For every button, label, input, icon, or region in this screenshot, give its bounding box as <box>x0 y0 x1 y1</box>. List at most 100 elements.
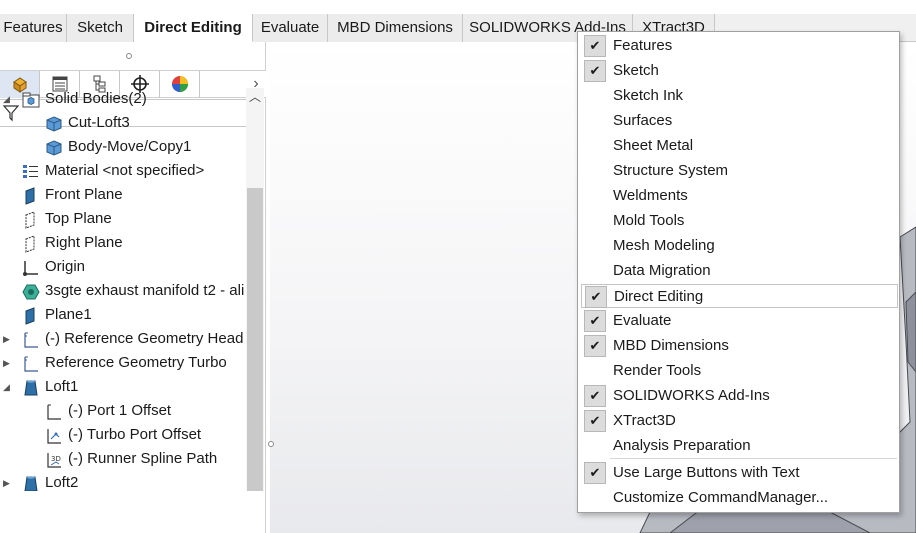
3d-sketch-icon: 3D <box>47 453 61 468</box>
menu-item-label: Direct Editing <box>614 288 704 305</box>
tree-item-label: Body-Move/Copy1 <box>68 138 192 155</box>
tree-item-body-move-copy1[interactable]: Body-Move/Copy1 <box>0 136 246 160</box>
tree-item-label: Material <not specified> <box>45 162 205 179</box>
tree-item-front-plane[interactable]: Front Plane <box>0 184 246 208</box>
menu-item-sketch[interactable]: ✔ Sketch <box>581 59 898 83</box>
checkmark-icon: ✔ <box>584 462 606 484</box>
menu-item-evaluate[interactable]: ✔ Evaluate <box>581 309 898 333</box>
tab-evaluate[interactable]: Evaluate <box>253 14 328 42</box>
menu-item-label: Mesh Modeling <box>613 237 715 254</box>
menu-item-mold-tools[interactable]: Mold Tools <box>581 209 898 233</box>
solid-body-icon <box>46 140 62 156</box>
expand-arrow-icon[interactable]: ▶ <box>3 352 13 374</box>
tree-scrollbar[interactable]: ︿ <box>246 88 264 491</box>
tree-item-material[interactable]: Material <not specified> <box>0 160 246 184</box>
menu-item-render-tools[interactable]: Render Tools <box>581 359 898 383</box>
tree-item-label: Plane1 <box>45 306 92 323</box>
menu-item-weldments[interactable]: Weldments <box>581 184 898 208</box>
menu-item-features[interactable]: ✔ Features <box>581 34 898 58</box>
menu-item-label: Render Tools <box>613 362 702 379</box>
tab-mbd-dimensions[interactable]: MBD Dimensions <box>328 14 463 42</box>
menu-item-mbd-dimensions[interactable]: ✔ MBD Dimensions <box>581 334 898 358</box>
tab-direct-editing[interactable]: Direct Editing <box>134 14 253 42</box>
tree-item-cut-loft3[interactable]: Cut-Loft3 <box>0 112 246 136</box>
menu-item-label: Sketch <box>613 62 659 79</box>
menu-item-label: Structure System <box>613 162 729 179</box>
menu-item-data-migration[interactable]: Data Migration <box>581 259 898 283</box>
sketch-icon <box>47 429 61 444</box>
plane-icon <box>25 307 35 325</box>
tab-features[interactable]: Features <box>0 14 67 42</box>
tree-item-runner-spline-path[interactable]: 3D (-) Runner Spline Path <box>0 448 246 472</box>
tree-item-loft2[interactable]: ▶ Loft2 <box>0 472 246 491</box>
loft-icon <box>24 476 38 491</box>
menu-item-label: Customize CommandManager... <box>613 489 829 506</box>
expand-arrow-icon[interactable]: ▶ <box>3 328 13 350</box>
checkmark-icon: ✔ <box>585 286 607 308</box>
menu-item-xtract3d[interactable]: ✔ XTract3D <box>581 409 898 433</box>
tree-item-turbo-port-offset[interactable]: (-) Turbo Port Offset <box>0 424 246 448</box>
menu-item-label: Data Migration <box>613 262 711 279</box>
tab-label: Features <box>3 19 63 36</box>
menu-item-structure-system[interactable]: Structure System <box>581 159 898 183</box>
checkmark-icon: ✔ <box>584 60 606 82</box>
tree-item-exhaust-manifold[interactable]: 3sgte exhaust manifold t2 - ali <box>0 280 246 304</box>
tree-item-label: Front Plane <box>45 186 123 203</box>
tree-item-label: Solid Bodies(2) <box>45 90 147 107</box>
menu-item-mesh-modeling[interactable]: Mesh Modeling <box>581 234 898 258</box>
collapse-arrow-icon[interactable]: ◢ <box>3 376 13 398</box>
menu-item-direct-editing[interactable]: ✔ Direct Editing <box>581 284 898 308</box>
tab-label: MBD Dimensions <box>337 19 453 36</box>
menu-item-customize-commandmanager[interactable]: Customize CommandManager... <box>581 486 898 510</box>
feature-tree: ◢ Solid Bodies(2) Cut-Loft3 Body-Move/Co… <box>0 88 246 491</box>
tree-item-reference-geometry-head[interactable]: ▶ (-) Reference Geometry Head <box>0 328 246 352</box>
solid-body-icon <box>46 116 62 132</box>
tree-item-label: (-) Runner Spline Path <box>68 450 218 467</box>
tree-item-top-plane[interactable]: Top Plane <box>0 208 246 232</box>
menu-item-surfaces[interactable]: Surfaces <box>581 109 898 133</box>
tree-item-right-plane[interactable]: Right Plane <box>0 232 246 256</box>
tree-item-loft1[interactable]: ◢ Loft1 <box>0 376 246 400</box>
expand-arrow-icon[interactable]: ▶ <box>3 472 13 491</box>
sketch-icon <box>47 404 61 420</box>
menu-item-solidworks-add-ins[interactable]: ✔ SOLIDWORKS Add-Ins <box>581 384 898 408</box>
tree-item-label: Top Plane <box>45 210 112 227</box>
menu-item-use-large-buttons[interactable]: ✔ Use Large Buttons with Text <box>581 461 898 485</box>
tree-item-solid-bodies[interactable]: ◢ Solid Bodies(2) <box>0 88 246 112</box>
tab-label: Direct Editing <box>144 19 242 36</box>
scrollbar-thumb[interactable] <box>247 188 263 491</box>
tree-item-label: 3sgte exhaust manifold t2 - ali <box>45 282 245 299</box>
panel-grip[interactable] <box>126 53 132 59</box>
tree-item-label: Loft2 <box>45 474 79 491</box>
menu-item-label: Surfaces <box>613 112 673 129</box>
tree-item-label: Cut-Loft3 <box>68 114 130 131</box>
tree-item-label: Origin <box>45 258 86 275</box>
plane-icon <box>25 211 35 229</box>
collapse-arrow-icon[interactable]: ◢ <box>3 88 13 110</box>
tree-item-label: Loft1 <box>45 378 79 395</box>
menu-item-sketch-ink[interactable]: Sketch Ink <box>581 84 898 108</box>
menu-item-label: Sheet Metal <box>613 137 694 154</box>
loft-icon <box>24 380 38 396</box>
checkmark-icon: ✔ <box>584 410 606 432</box>
menu-item-sheet-metal[interactable]: Sheet Metal <box>581 134 898 158</box>
tree-item-origin[interactable]: Origin <box>0 256 246 280</box>
commandmanager-context-menu: ✔ Features ✔ Sketch Sketch Ink Surfaces Sh… <box>577 31 900 513</box>
tree-item-reference-geometry-turbo[interactable]: ▶ Reference Geometry Turbo <box>0 352 246 376</box>
menu-item-label: Sketch Ink <box>613 87 684 104</box>
menu-item-label: SOLIDWORKS Add-Ins <box>613 387 770 404</box>
plane-icon <box>25 235 35 253</box>
material-icon <box>23 165 38 178</box>
menu-item-analysis-preparation[interactable]: Analysis Preparation <box>581 434 898 458</box>
tree-item-label: Reference Geometry Turbo <box>45 354 227 371</box>
tree-item-port1-offset[interactable]: (-) Port 1 Offset <box>0 400 246 424</box>
tree-item-plane1[interactable]: Plane1 <box>0 304 246 328</box>
checkmark-icon: ✔ <box>584 35 606 57</box>
menu-item-label: Use Large Buttons with Text <box>613 464 800 481</box>
menu-item-label: Analysis Preparation <box>613 437 751 454</box>
panel-splitter-handle[interactable] <box>268 441 274 447</box>
tab-sketch[interactable]: Sketch <box>67 14 134 42</box>
scroll-up-arrow-icon[interactable]: ︿ <box>246 88 264 106</box>
tree-item-label: (-) Reference Geometry Head <box>45 330 244 347</box>
checkmark-icon: ✔ <box>584 335 606 357</box>
